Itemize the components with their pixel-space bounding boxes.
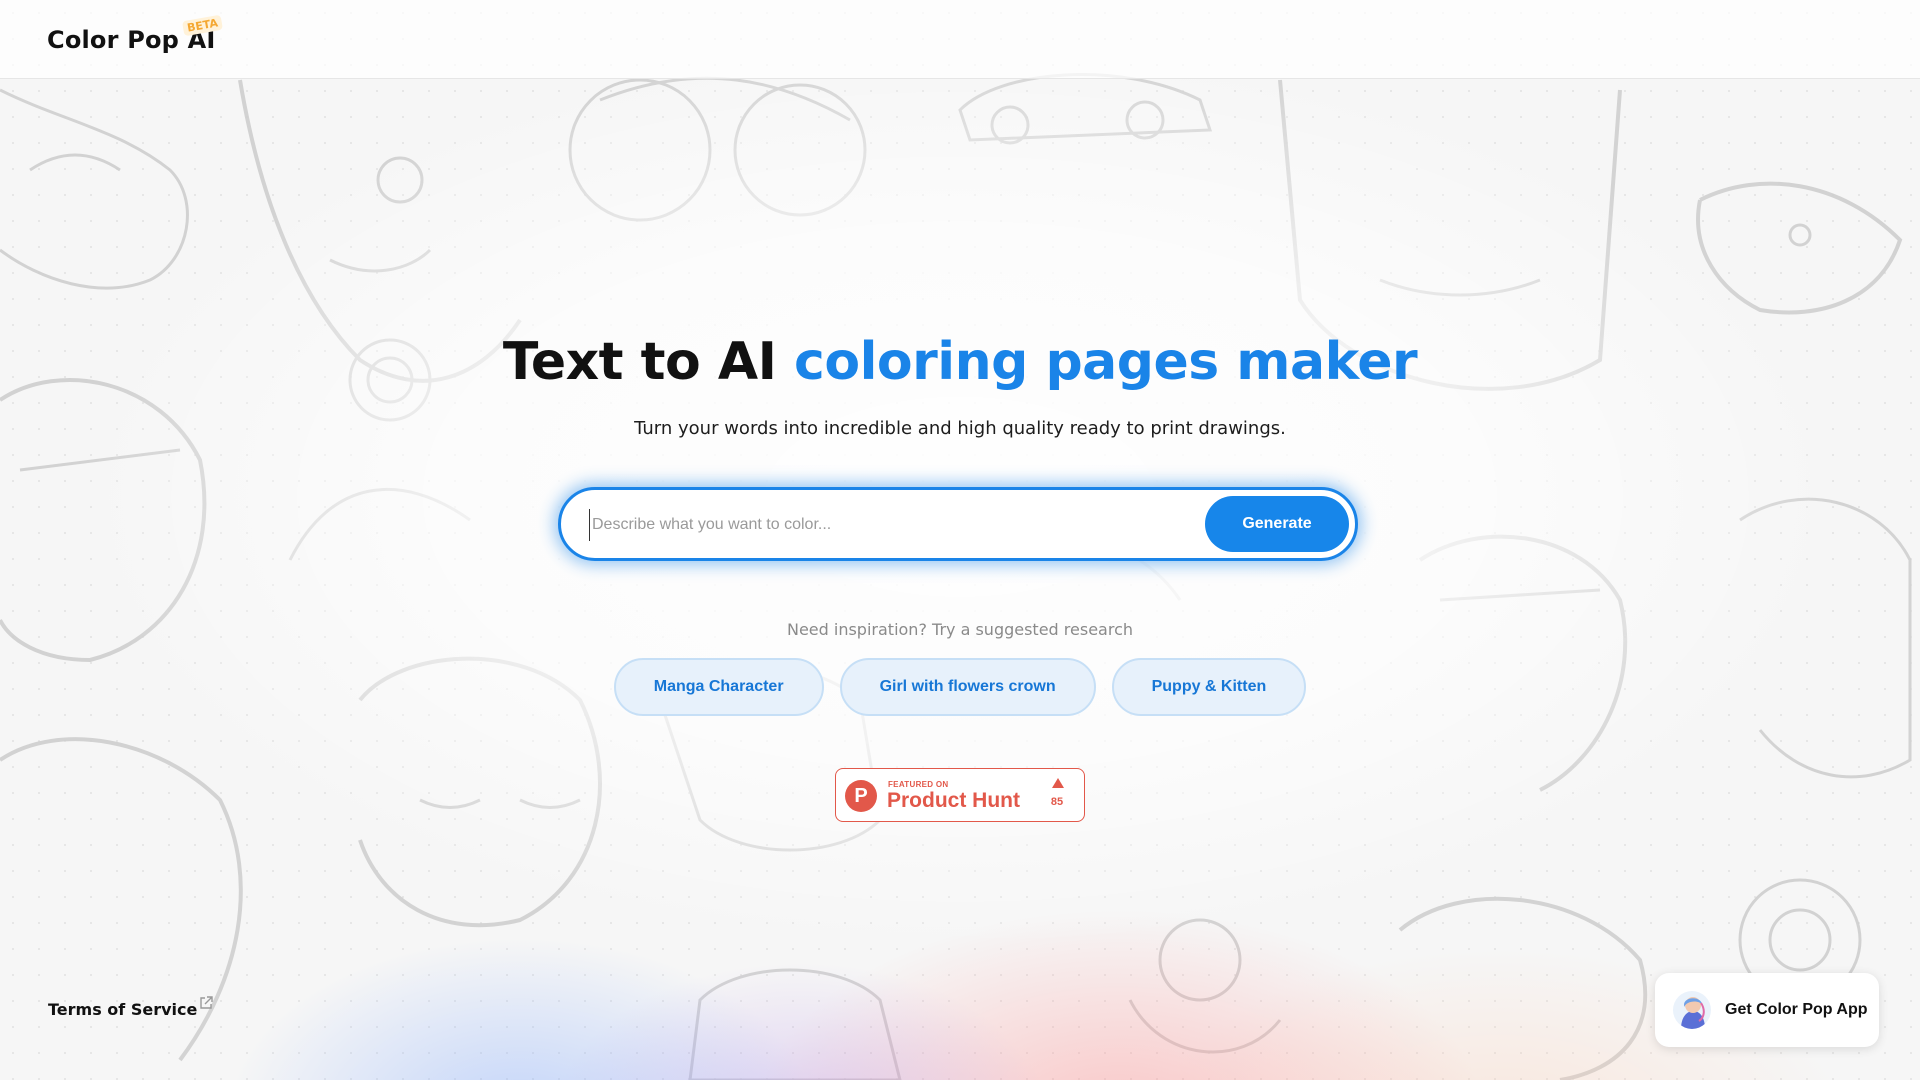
terms-of-service-link[interactable]: Terms of Service xyxy=(48,996,214,1019)
product-hunt-featured-label: FEATURED ON xyxy=(888,780,949,789)
suggestion-chip-puppy-kitten[interactable]: Puppy & Kitten xyxy=(1111,658,1307,716)
get-app-button[interactable]: Get Color Pop App xyxy=(1655,973,1879,1047)
hero-title: Text to AI coloring pages maker xyxy=(0,332,1920,392)
get-app-label: Get Color Pop App xyxy=(1725,1001,1868,1018)
terms-label: Terms of Service xyxy=(48,1000,198,1019)
suggestion-chip-girl-flowers[interactable]: Girl with flowers crown xyxy=(839,658,1096,716)
generate-button[interactable]: Generate xyxy=(1205,496,1349,552)
triangle-up-icon xyxy=(1052,778,1064,788)
hero-title-accent: coloring pages maker xyxy=(794,332,1418,392)
hero-subtitle: Turn your words into incredible and high… xyxy=(634,418,1286,439)
product-hunt-logo-icon: P xyxy=(845,780,877,812)
top-header: Color Pop AI BETA xyxy=(0,0,1920,79)
inspiration-heading: Need inspiration? Try a suggested resear… xyxy=(786,620,1134,639)
product-hunt-name: Product Hunt xyxy=(887,789,1020,812)
suggestion-chip-manga[interactable]: Manga Character xyxy=(613,658,824,716)
prompt-input[interactable] xyxy=(589,509,1154,541)
product-hunt-votes: 85 xyxy=(1050,796,1064,808)
suggestion-chips: Manga Character Girl with flowers crown … xyxy=(0,658,1920,716)
app-avatar-icon xyxy=(1673,991,1711,1029)
external-link-icon xyxy=(200,996,214,1009)
beta-badge: BETA xyxy=(181,14,224,37)
hero-title-plain: Text to AI xyxy=(502,332,795,392)
product-hunt-badge[interactable]: P FEATURED ON Product Hunt 85 xyxy=(835,768,1085,822)
prompt-search-bar: Generate xyxy=(558,487,1358,561)
